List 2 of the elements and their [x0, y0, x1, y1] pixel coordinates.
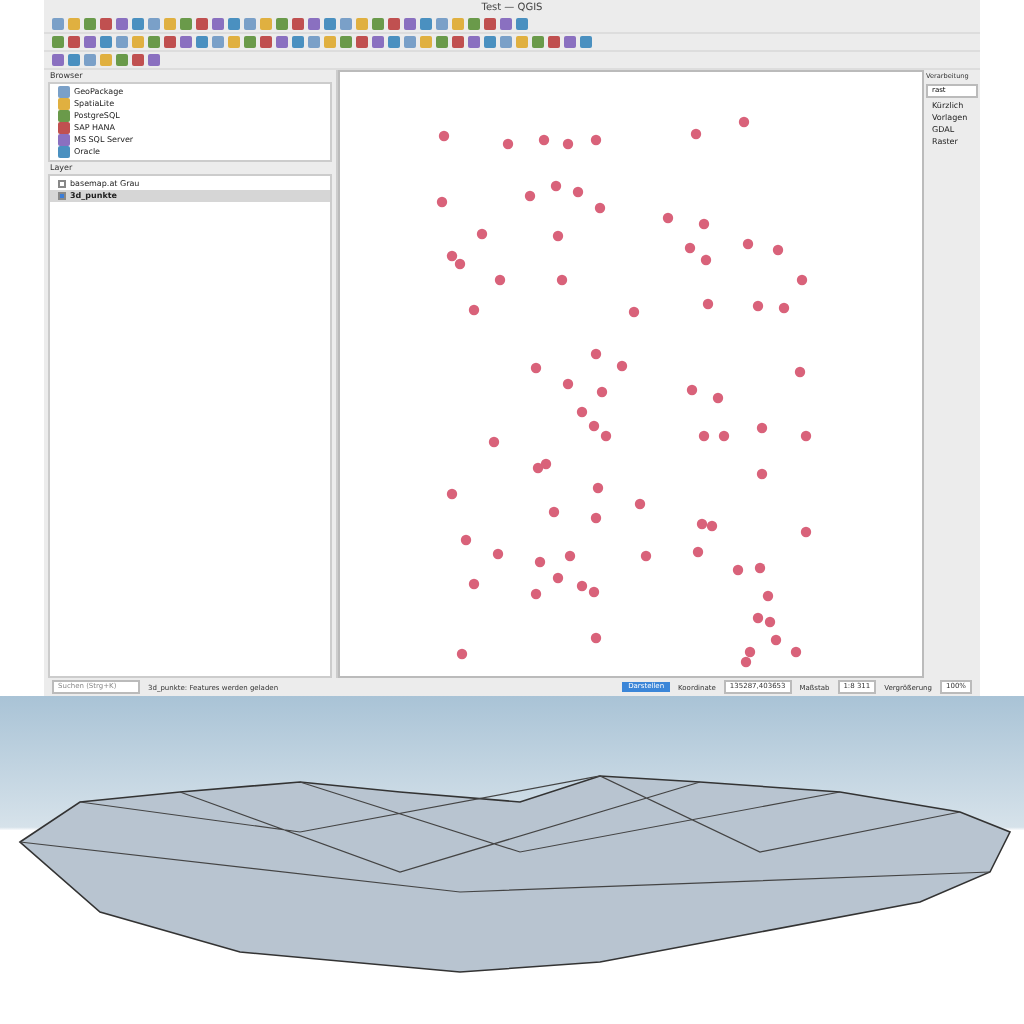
layer-checkbox[interactable]	[58, 180, 66, 188]
layer-checkbox[interactable]	[58, 192, 66, 200]
